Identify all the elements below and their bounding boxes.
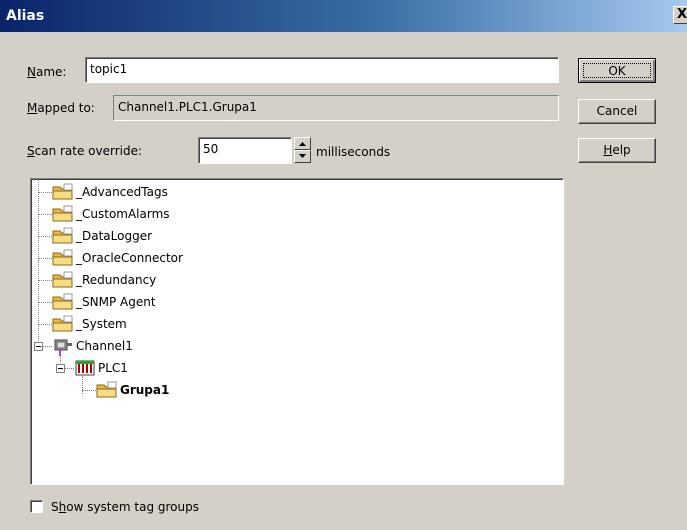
folder-icon [52, 315, 74, 336]
tree-line [38, 179, 39, 347]
tree-item-label: _OracleConnector [76, 251, 183, 265]
tree-item-label: _System [76, 317, 127, 331]
tree-item-label: _CustomAlarms [76, 207, 170, 221]
tree-line [38, 214, 52, 215]
folder-icon [96, 381, 118, 402]
name-label: Name: [27, 65, 67, 79]
tree-item-label: _Redundancy [76, 273, 157, 287]
tree-collapse-toggle[interactable] [34, 342, 43, 351]
tree-item-label: Channel1 [76, 339, 133, 353]
tree-item-label: _AdvancedTags [76, 185, 168, 199]
alias-dialog: Alias X Name: topic1 Mapped to: Channel1… [0, 0, 687, 530]
folder-icon [52, 293, 74, 314]
name-input[interactable]: topic1 [85, 57, 559, 83]
folder-icon [52, 205, 74, 226]
ok-button-label: OK [583, 63, 651, 78]
tree-line [38, 302, 52, 303]
title-bar[interactable]: Alias X [0, 0, 687, 32]
tree-line [38, 324, 52, 325]
close-button[interactable]: X [673, 6, 687, 24]
folder-icon [52, 227, 74, 248]
show-system-tag-groups-checkbox[interactable] [30, 500, 43, 513]
tree-line [38, 192, 52, 193]
close-icon: X [677, 7, 687, 22]
scan-rate-unit: milliseconds [316, 145, 391, 159]
scan-rate-stepper[interactable] [294, 137, 311, 163]
spin-up-button[interactable] [294, 137, 311, 150]
tree-line [38, 280, 52, 281]
scan-rate-label: Scan rate override: [27, 144, 143, 158]
help-button[interactable]: Help [578, 138, 656, 163]
folder-icon [52, 183, 74, 204]
folder-icon [52, 249, 74, 270]
tree-line [65, 368, 74, 369]
arrow-down-icon [299, 154, 306, 158]
tree-line [82, 390, 96, 391]
tree-item-label: PLC1 [98, 361, 128, 375]
channel-icon [52, 337, 74, 360]
tag-group-tree[interactable]: _AdvancedTags _CustomAlarms _DataLogger _Or… [30, 178, 564, 485]
scan-rate-input[interactable]: 50 [198, 137, 292, 164]
mapped-to-label: Mapped to: [27, 101, 95, 115]
ok-button[interactable]: OK [578, 58, 656, 83]
window-title: Alias [6, 8, 45, 24]
cancel-button[interactable]: Cancel [578, 99, 656, 124]
mapped-to-field: Channel1.PLC1.Grupa1 [113, 95, 559, 121]
tree-line [38, 236, 52, 237]
show-system-tag-groups-label: Show system tag groups [51, 500, 199, 514]
tree-line [38, 258, 52, 259]
folder-icon [52, 271, 74, 292]
arrow-up-icon [299, 142, 306, 146]
tree-item-label: _SNMP Agent [76, 295, 156, 309]
tree-item-label: _DataLogger [76, 229, 153, 243]
spin-down-button[interactable] [294, 150, 311, 163]
tree-collapse-toggle[interactable] [56, 364, 65, 373]
device-icon [74, 359, 96, 380]
tree-line [43, 346, 52, 347]
tree-item-label: Grupa1 [120, 383, 170, 397]
